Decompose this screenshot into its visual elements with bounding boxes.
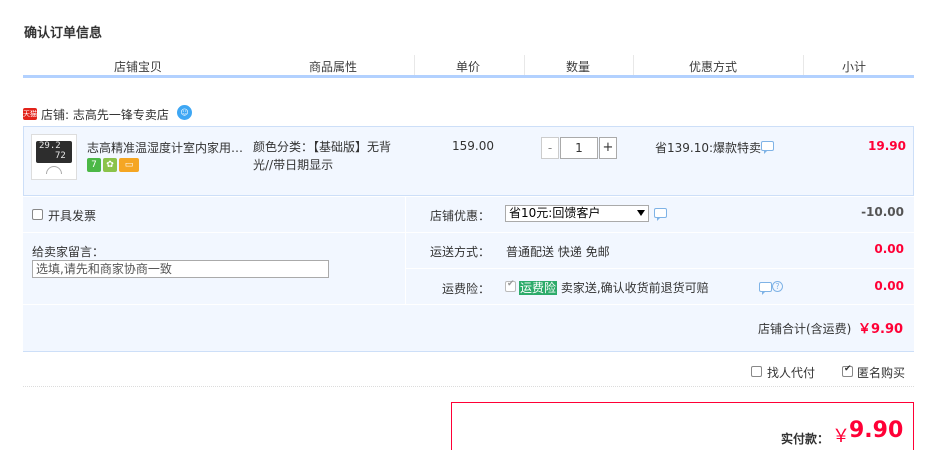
- service-icons: 7 ✿ ▭: [87, 158, 141, 172]
- shop-label: 店铺:: [41, 108, 70, 122]
- col-divider: [414, 55, 415, 75]
- insurance-checkbox[interactable]: [505, 279, 516, 292]
- divider: [23, 386, 914, 387]
- divider: [23, 304, 914, 305]
- thumbnail-lcd: 29.2 72: [36, 141, 72, 163]
- shop-name[interactable]: 店铺: 志高先一锋专卖店: [41, 106, 169, 123]
- shop-name-text[interactable]: 志高先一锋专卖店: [73, 108, 169, 122]
- page-title: 确认订单信息: [24, 26, 103, 41]
- product-title[interactable]: 志高精准温湿度计室内家用…: [87, 139, 245, 156]
- item-subtotal: 19.90: [868, 139, 906, 153]
- item-row: [23, 126, 914, 196]
- invoice-checkbox[interactable]: [32, 209, 43, 220]
- insurance-label: 运费险：: [441, 282, 490, 296]
- product-thumbnail[interactable]: 29.2 72: [31, 134, 77, 180]
- dropdown-arrow-icon: [637, 210, 645, 216]
- proxy-pay-checkbox[interactable]: [751, 366, 762, 377]
- divider: [405, 197, 406, 305]
- col-item: 店铺宝贝: [113, 60, 162, 74]
- guarantee-icon: ✿: [103, 158, 117, 172]
- insurance-amount: 0.00: [874, 279, 904, 293]
- lcd-top-value: 29.2: [39, 141, 61, 151]
- payment-label: 实付款：: [781, 432, 830, 446]
- anonymous-label[interactable]: 匿名购买: [857, 364, 905, 381]
- unit-price: 159.00: [452, 139, 494, 153]
- shop-discount-selected: 省10元:回馈客户: [509, 206, 601, 220]
- insurance-description: 卖家送,确认收货前退货可赔: [560, 281, 709, 295]
- shop-discount-label: 店铺优惠：: [429, 209, 490, 223]
- shipping-amount: 0.00: [874, 242, 904, 256]
- col-attr: 商品属性: [308, 60, 357, 74]
- shipping-label: 运送方式：: [429, 245, 490, 259]
- col-subtotal: 小计: [841, 60, 866, 74]
- divider: [23, 232, 405, 233]
- seller-message-input[interactable]: 选填,请先和商家协商一致: [32, 260, 329, 278]
- card-payment-icon: ▭: [119, 158, 139, 172]
- insurance-text: 运费险 卖家送,确认收货前退货可赔: [519, 279, 709, 296]
- quantity-decrease-button[interactable]: -: [541, 137, 559, 159]
- discount-info-icon[interactable]: [761, 141, 774, 154]
- seven-day-return-icon: 7: [87, 158, 101, 172]
- shop-total-label: 店铺合计(含运费): [758, 322, 852, 336]
- quantity-input[interactable]: 1: [560, 137, 598, 159]
- product-attributes: 颜色分类：【基础版】无背光//带日期显示: [253, 138, 403, 174]
- col-divider: [524, 55, 525, 75]
- attr-label: 颜色分类：: [253, 140, 314, 154]
- thumbnail-stand: [46, 166, 62, 174]
- shop-discount-amount: -10.00: [861, 205, 904, 219]
- insurance-chat-icon[interactable]: [759, 282, 772, 295]
- tmall-badge-icon: 天猫: [23, 108, 37, 120]
- column-header: 店铺宝贝 商品属性 单价 数量 优惠方式 小计: [23, 55, 914, 78]
- col-divider: [633, 55, 634, 75]
- wangwang-chat-icon[interactable]: ☺: [177, 105, 192, 120]
- payment-amount: 9.90: [849, 418, 904, 443]
- shop-discount-select[interactable]: 省10元:回馈客户: [505, 205, 649, 222]
- lcd-bottom-value: 72: [55, 151, 66, 161]
- help-icon[interactable]: ?: [772, 281, 783, 292]
- divider: [406, 232, 914, 233]
- col-discount: 优惠方式: [688, 60, 737, 74]
- shipping-method: 普通配送 快递 免邮: [506, 245, 610, 259]
- proxy-pay-label[interactable]: 找人代付: [767, 364, 815, 381]
- col-price: 单价: [455, 60, 480, 74]
- discount-method: 省139.10:爆款特卖: [655, 141, 762, 155]
- col-divider: [803, 55, 804, 75]
- seller-message-label: 给卖家留言：: [32, 245, 105, 259]
- insurance-highlight: 运费险: [519, 281, 558, 295]
- anonymous-checkbox[interactable]: [842, 364, 853, 377]
- payment-currency: ￥: [832, 426, 850, 447]
- shop-total-amount: ￥9.90: [858, 322, 904, 337]
- divider: [406, 268, 914, 269]
- quantity-increase-button[interactable]: +: [599, 137, 617, 159]
- col-qty: 数量: [565, 60, 590, 74]
- shop-discount-info-icon[interactable]: [654, 208, 667, 221]
- invoice-label[interactable]: 开具发票: [48, 207, 96, 224]
